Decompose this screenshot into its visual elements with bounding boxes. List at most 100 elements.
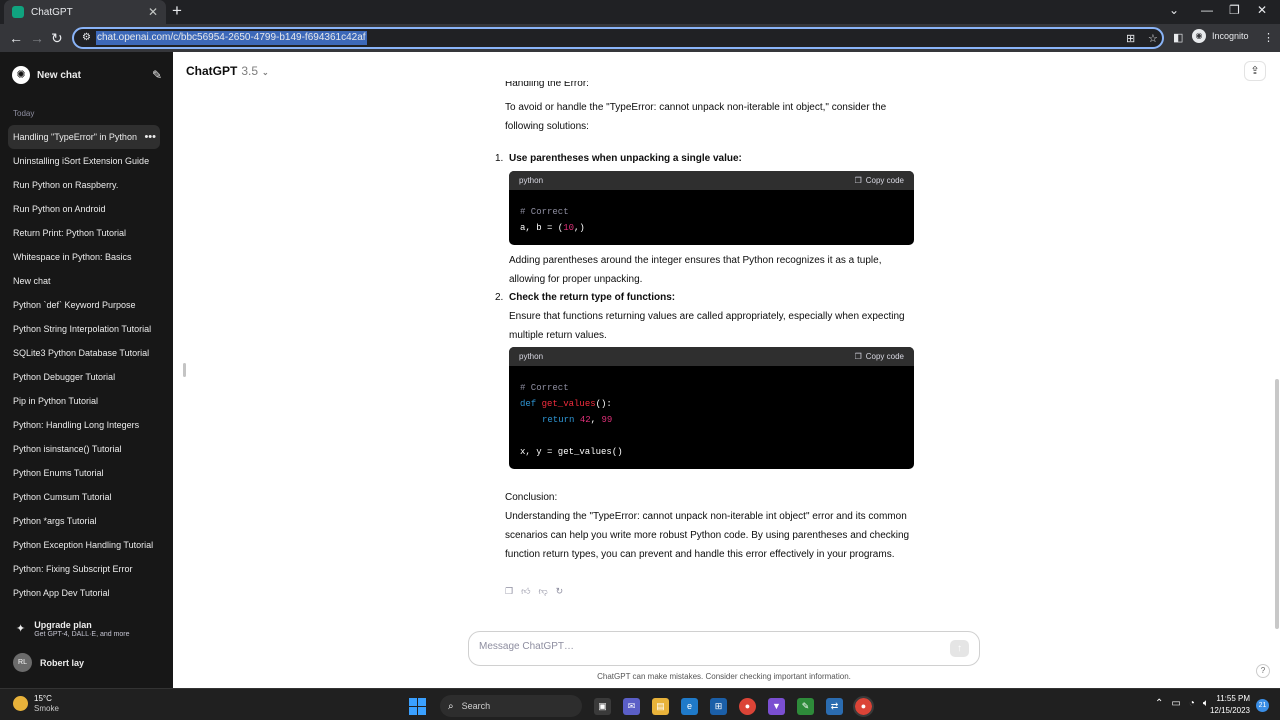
chat-history-item[interactable]: Python `def` Keyword Purpose <box>8 293 160 317</box>
thumbs-up-icon[interactable]: 👍︎ <box>521 586 530 597</box>
arrow-up-icon: ↑ <box>957 643 962 654</box>
copy-code-button[interactable]: ❐ Copy code <box>855 176 904 185</box>
code-line: x, y = get_values() <box>520 447 623 457</box>
clock-time: 11:55 PM <box>1216 694 1250 703</box>
chat-history-item[interactable]: Python: Handling Long Integers <box>8 413 160 437</box>
upgrade-title: Upgrade plan <box>34 620 92 630</box>
code-line: def get_values(): <box>520 399 612 409</box>
browser-tab[interactable]: ChatGPT ✕ <box>4 0 166 24</box>
edge-browser-icon[interactable]: e <box>681 697 698 715</box>
scrollbar[interactable] <box>1275 379 1279 629</box>
chat-history-item[interactable]: Handling "TypeError" in Python ••• <box>8 125 160 149</box>
browser-menu-icon[interactable]: ⋮ <box>1263 31 1274 44</box>
chat-history-item[interactable]: Python Enums Tutorial <box>8 461 160 485</box>
code-content: # Correct def get_values(): return 42, 9… <box>509 366 914 466</box>
search-icon: ⌕ <box>448 700 454 712</box>
share-button[interactable]: ⇪ <box>1244 61 1266 81</box>
qr-code-icon[interactable]: ⊞ <box>1126 32 1135 45</box>
copy-icon[interactable]: ❐ <box>505 586 513 597</box>
sidebar-toggle-handle[interactable] <box>183 363 186 377</box>
explanation-paragraph: Ensure that functions returning values a… <box>509 311 905 341</box>
share-icon: ⇪ <box>1250 65 1260 77</box>
chat-history-item[interactable]: Python String Interpolation Tutorial <box>8 317 160 341</box>
chat-history-item[interactable]: Python *args Tutorial <box>8 509 160 533</box>
chat-history-list: Handling "TypeError" in Python ••• Uninst… <box>8 125 160 605</box>
incognito-label: Incognito <box>1212 31 1249 41</box>
chat-history-item[interactable]: Python Debugger Tutorial <box>8 365 160 389</box>
thumbs-down-icon[interactable]: 👎︎ <box>538 586 547 597</box>
list-number: 2. <box>495 292 504 303</box>
chat-history-item[interactable]: Python: Fixing Subscript Error <box>8 557 160 581</box>
chat-history-item[interactable]: Return Print: Python Tutorial <box>8 221 160 245</box>
network-app-icon[interactable]: ⇄ <box>826 697 843 715</box>
chat-history-item[interactable]: Run Python on Raspberry. <box>8 173 160 197</box>
help-button[interactable]: ? <box>1256 664 1270 678</box>
chat-history-item[interactable]: Python App Dev Tutorial <box>8 581 160 605</box>
bookmark-star-icon[interactable]: ☆ <box>1148 32 1158 45</box>
edit-icon[interactable]: ✎ <box>152 68 162 82</box>
code-language-label: python <box>519 176 544 185</box>
microsoft-store-icon[interactable]: ⊞ <box>710 697 727 715</box>
chat-history-item[interactable]: Python isinstance() Tutorial <box>8 437 160 461</box>
app-icon[interactable]: ▼ <box>768 697 785 715</box>
tab-search-chevron-icon[interactable]: ⌄ <box>1169 3 1179 17</box>
tab-title: ChatGPT <box>31 6 73 18</box>
chrome-active-icon[interactable]: ● <box>853 695 874 717</box>
chat-history-item[interactable]: Whitespace in Python: Basics <box>8 245 160 269</box>
incognito-icon: ◉ <box>1192 29 1206 43</box>
message-input[interactable] <box>479 641 939 652</box>
code-block-header: python ❐ Copy code <box>509 347 914 366</box>
weather-widget[interactable]: 15°C Smoke <box>13 694 59 713</box>
intro-paragraph: To avoid or handle the "TypeError: canno… <box>505 102 887 132</box>
notepad-app-icon[interactable]: ✎ <box>797 697 814 715</box>
file-explorer-icon[interactable]: ▤ <box>652 697 669 715</box>
taskbar-search[interactable]: ⌕ Search <box>440 695 582 717</box>
restore-icon[interactable]: ❐ <box>1229 3 1240 17</box>
close-window-icon[interactable]: ✕ <box>1257 3 1267 17</box>
display-icon[interactable]: ▭ <box>1171 698 1180 709</box>
model-selector[interactable]: ChatGPT 3.5 ⌄ <box>186 64 269 78</box>
minimize-icon[interactable]: — <box>1201 3 1213 17</box>
forward-icon[interactable]: → <box>30 28 44 48</box>
chat-history-item[interactable]: New chat <box>8 269 160 293</box>
chat-history-item[interactable]: Uninstalling iSort Extension Guide <box>8 149 160 173</box>
teams-chat-icon[interactable]: ✉ <box>623 697 640 715</box>
taskbar-clock[interactable]: 11:55 PM 12/15/2023 <box>1208 693 1250 717</box>
incognito-indicator[interactable]: ◉ Incognito <box>1192 29 1249 43</box>
chat-history-item[interactable]: Python Exception Handling Tutorial <box>8 533 160 557</box>
back-icon[interactable]: ← <box>9 28 23 48</box>
weather-sun-icon <box>13 696 28 711</box>
task-view-icon[interactable]: ▣ <box>594 697 611 715</box>
side-panel-icon[interactable]: ◧ <box>1173 31 1183 44</box>
new-chat-button[interactable]: ✺ New chat ✎ <box>12 64 162 86</box>
windows-start-icon[interactable] <box>409 697 426 715</box>
send-button[interactable]: ↑ <box>950 640 969 657</box>
chat-history-item[interactable]: Pip in Python Tutorial <box>8 389 160 413</box>
code-line: return 42, 99 <box>542 415 613 425</box>
regenerate-icon[interactable]: ↻ <box>556 586 564 597</box>
chatgpt-favicon-icon <box>12 6 24 18</box>
os-taskbar: 15°C Smoke ⌕ Search ▣ ✉ ▤ e ⊞ ● ▼ ✎ ⇄ ● … <box>0 688 1280 720</box>
chevron-up-icon[interactable]: ⌃ <box>1155 698 1163 709</box>
chat-history-item[interactable]: Python Cumsum Tutorial <box>8 485 160 509</box>
copy-code-button[interactable]: ❐ Copy code <box>855 352 904 361</box>
avatar: RL <box>13 653 32 672</box>
chat-history-item[interactable]: Run Python on Android <box>8 197 160 221</box>
url-text[interactable]: chat.openai.com/c/bbc56954-2650-4799-b14… <box>96 31 367 45</box>
site-info-icon[interactable]: ⚙ <box>82 32 91 43</box>
browser-tab-bar: ChatGPT ✕ + ⌄ — ❐ ✕ <box>0 0 1280 24</box>
user-menu-button[interactable]: RL Robert lay <box>13 653 84 672</box>
chrome-icon[interactable]: ● <box>739 697 756 715</box>
wifi-icon[interactable]: ◔ <box>1189 698 1195 709</box>
browser-toolbar: ← → ↻ ⚙ chat.openai.com/c/bbc56954-2650-… <box>0 24 1280 52</box>
notification-badge[interactable]: 21 <box>1256 699 1269 712</box>
weather-temperature: 15°C <box>34 694 52 703</box>
more-options-icon[interactable]: ••• <box>144 125 156 149</box>
upgrade-plan-button[interactable]: ✦ Upgrade plan Get GPT-4, DALL·E, and mo… <box>13 620 163 646</box>
reload-icon[interactable]: ↻ <box>51 28 63 48</box>
new-tab-button[interactable]: + <box>172 2 182 20</box>
chat-history-item[interactable]: SQLite3 Python Database Tutorial <box>8 341 160 365</box>
code-block: python ❐ Copy code # Correct def get_valu… <box>509 347 914 469</box>
tab-close-icon[interactable]: ✕ <box>148 6 158 18</box>
address-bar[interactable]: ⚙ chat.openai.com/c/bbc56954-2650-4799-b… <box>72 27 1164 49</box>
